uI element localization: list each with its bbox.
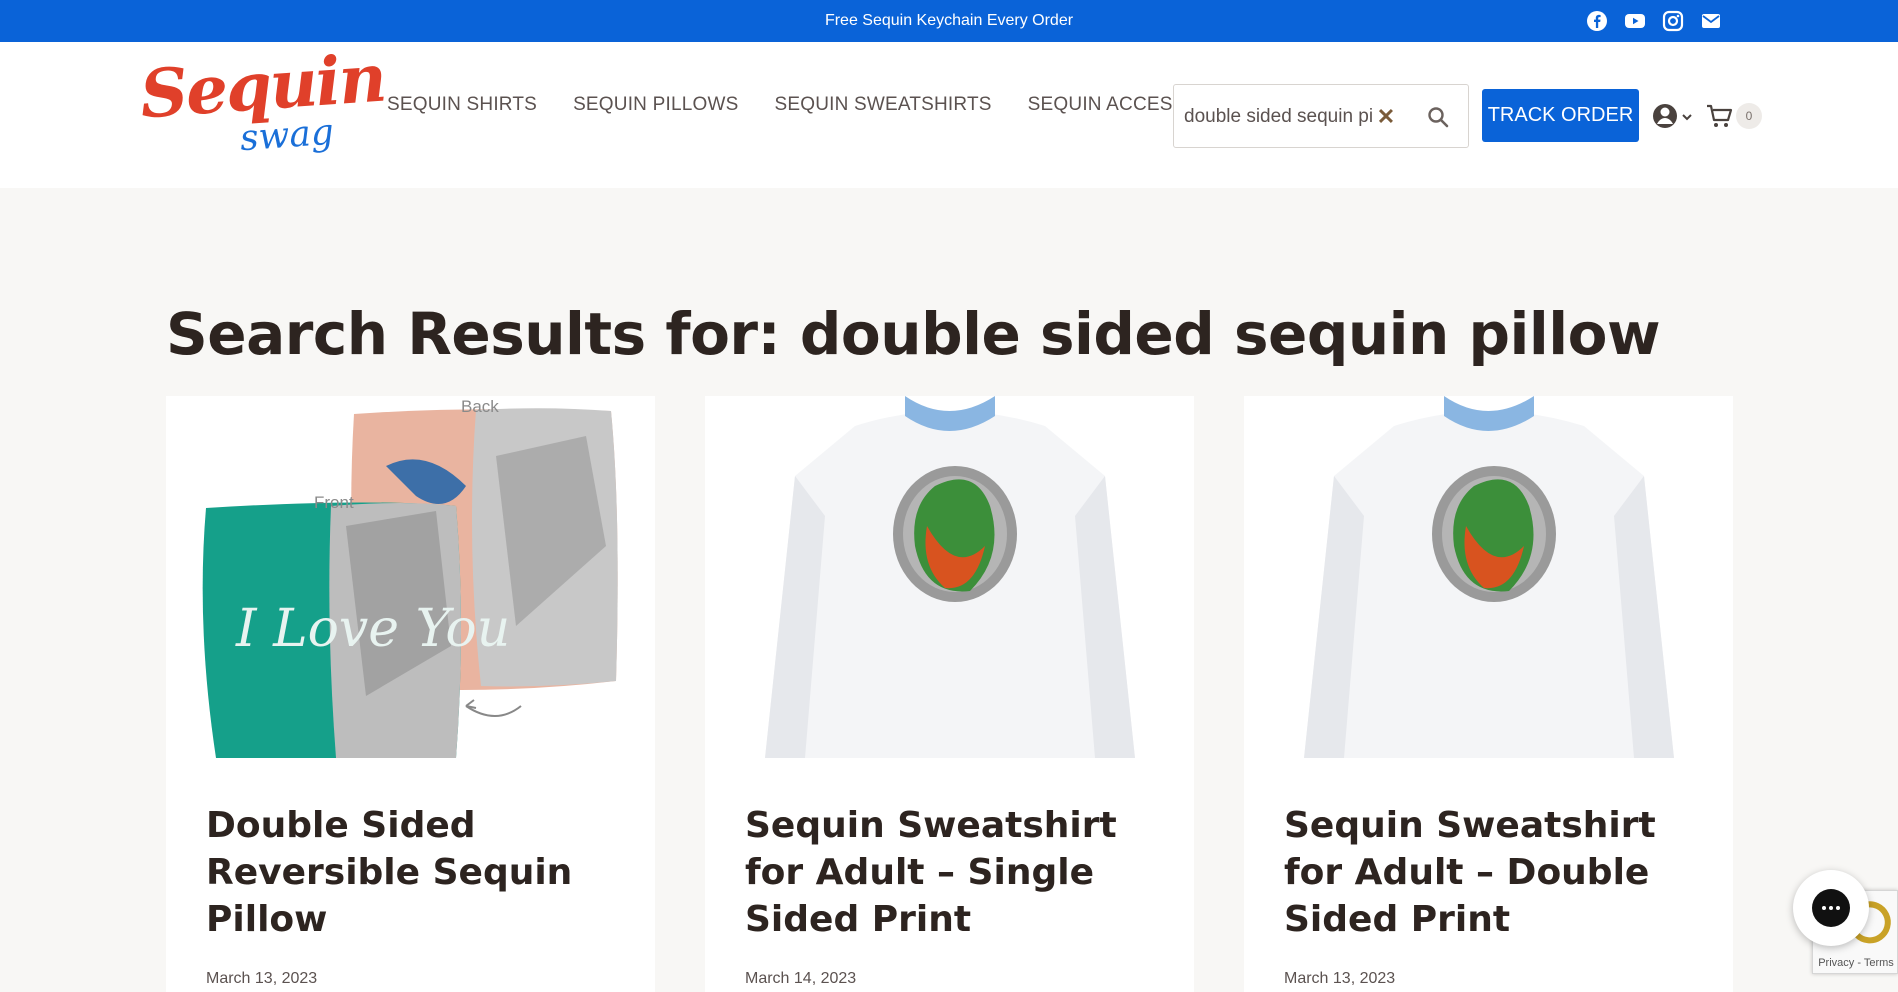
cart-icon [1707, 104, 1733, 127]
search-input[interactable] [1184, 103, 1374, 131]
recaptcha-links[interactable]: Privacy - Terms [1813, 957, 1898, 969]
card-date: March 13, 2023 [206, 970, 318, 987]
site-header: Sequin swag SEQUIN SHIRTS SEQUIN PILLOWS… [0, 39, 1898, 188]
card-title[interactable]: Sequin Sweatshirt for Adult – Single Sid… [745, 802, 1165, 943]
clear-search-icon[interactable]: ✕ [1374, 103, 1398, 131]
result-card[interactable]: Back I Love You Front Double Sided Rever… [166, 396, 655, 992]
search-box: ✕ [1173, 84, 1469, 148]
search-icon[interactable] [1426, 105, 1450, 129]
youtube-icon[interactable] [1624, 10, 1646, 32]
account-menu[interactable] [1652, 101, 1694, 131]
card-date: March 13, 2023 [1284, 970, 1396, 987]
announcement-bar: Free Sequin Keychain Every Order [0, 0, 1898, 42]
card-title[interactable]: Double Sided Reversible Sequin Pillow [206, 802, 626, 943]
result-card[interactable]: Sequin Sweatshirt for Adult – Single Sid… [705, 396, 1194, 992]
cart-count-badge: 0 [1736, 103, 1762, 129]
nav-item-sequin-shirts[interactable]: SEQUIN SHIRTS [387, 94, 537, 116]
nav-item-sequin-sweatshirts[interactable]: SEQUIN SWEATSHIRTS [774, 94, 991, 116]
social-links [1586, 10, 1722, 32]
pillow-text: I Love You [235, 599, 510, 659]
front-label: Front [314, 493, 354, 512]
email-icon[interactable] [1700, 10, 1722, 32]
page-title: Search Results for: double sided sequin … [166, 300, 1661, 368]
result-card[interactable]: Sequin Sweatshirt for Adult – Double Sid… [1244, 396, 1733, 992]
nav-item-sequin-pillows[interactable]: SEQUIN PILLOWS [573, 94, 738, 116]
back-label: Back [461, 397, 499, 416]
facebook-icon[interactable] [1586, 10, 1608, 32]
card-title[interactable]: Sequin Sweatshirt for Adult – Double Sid… [1284, 802, 1704, 943]
site-logo[interactable]: Sequin swag [138, 39, 388, 167]
track-order-button[interactable]: TRACK ORDER [1482, 89, 1639, 142]
chat-widget-button[interactable] [1793, 870, 1869, 946]
main-nav: SEQUIN SHIRTS SEQUIN PILLOWS SEQUIN SWEA… [387, 94, 1246, 116]
logo-sub-text: swag [238, 111, 336, 160]
chat-icon [1812, 889, 1850, 927]
chevron-down-icon [1682, 114, 1692, 121]
card-date: March 14, 2023 [745, 970, 857, 987]
product-image-sweatshirt[interactable] [705, 396, 1194, 758]
instagram-icon[interactable] [1662, 10, 1684, 32]
product-image-sweatshirt[interactable] [1244, 396, 1733, 758]
user-icon [1653, 104, 1677, 128]
product-image-pillow[interactable]: Back I Love You Front [166, 396, 655, 758]
cart-button[interactable]: 0 [1706, 101, 1786, 131]
